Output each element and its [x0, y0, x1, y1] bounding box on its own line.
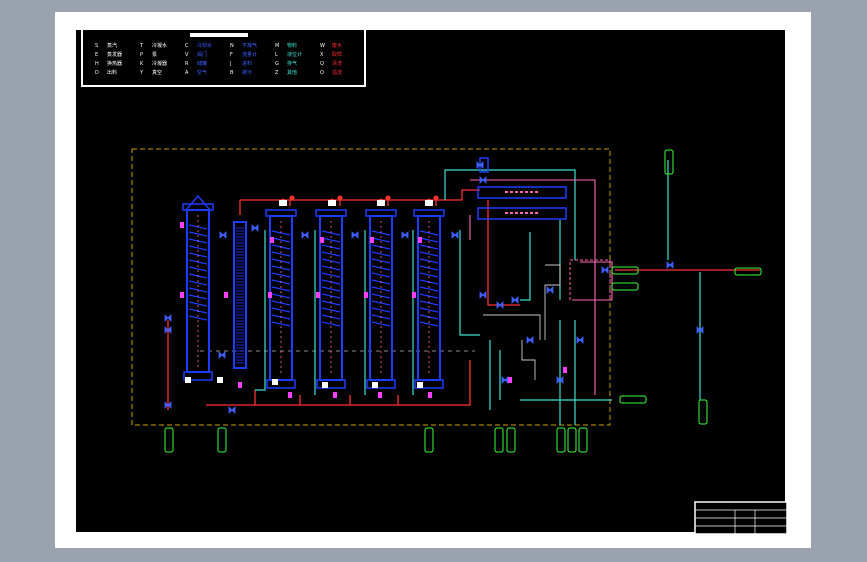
legend-code: H — [95, 61, 99, 67]
legend-code: O — [320, 70, 324, 76]
legend-label: 进料 — [242, 60, 252, 67]
legend-code: A — [185, 70, 189, 76]
legend-code: N — [230, 43, 234, 49]
legend-code: F — [230, 52, 233, 58]
legend-code: V — [185, 52, 189, 58]
title-block — [694, 501, 788, 535]
legend-label: 阀门 — [197, 51, 207, 58]
legend-code: R — [185, 61, 189, 67]
legend-code: Q — [320, 61, 324, 67]
legend-label: 蒸汽 — [107, 42, 117, 49]
legend-label: 流量计 — [242, 51, 257, 58]
legend-code: M — [275, 43, 279, 49]
legend-label: 废水 — [332, 42, 342, 49]
legend-code: X — [320, 52, 324, 58]
legend-label: 物料 — [287, 42, 297, 49]
legend-label: 空气 — [197, 69, 207, 76]
legend-label: 液位计 — [287, 51, 302, 58]
legend-code: C — [185, 43, 189, 49]
legend-code: E — [95, 52, 98, 58]
legend-code: G — [275, 61, 279, 67]
cad-drawing-viewport: S 蒸汽 T 冷凝水 C 冷却水 N 不凝气 M 物料 W 废水E 蒸发器 P 泵 V 阀门 F 流量计 L 液位计 X 取… — [55, 12, 811, 548]
legend-label: 冷凝器 — [152, 60, 167, 67]
legend-label: 取样 — [332, 51, 342, 58]
drawing-canvas — [73, 27, 788, 535]
legend-label: 不凝气 — [242, 42, 257, 49]
legend-label: 泵 — [152, 52, 157, 58]
legend-label: 冷凝水 — [152, 42, 167, 49]
legend-label: 出料 — [107, 69, 117, 76]
legend-label: 换热器 — [107, 60, 122, 67]
legend-code: D — [95, 70, 99, 76]
legend-code: S — [95, 43, 98, 49]
legend-label: 冷却水 — [197, 42, 212, 49]
legend-label: 溢流 — [332, 69, 342, 76]
legend-label: 蒸发器 — [107, 51, 122, 58]
legend-code: L — [275, 52, 278, 58]
legend-code: P — [140, 52, 143, 58]
legend-label: 真空 — [152, 69, 162, 76]
legend-label: 排污 — [242, 69, 252, 76]
legend-label: 储罐 — [197, 60, 207, 67]
legend-label: 清洗 — [332, 60, 342, 67]
legend-label: 排气 — [287, 60, 297, 67]
legend-box: S 蒸汽 T 冷凝水 C 冷却水 N 不凝气 M 物料 W 废水E 蒸发器 P 泵 V 阀门 F 流量计 L 液位计 X 取… — [81, 28, 366, 87]
legend-code: B — [230, 70, 234, 76]
legend-code: J — [229, 61, 231, 67]
legend-code: Z — [275, 70, 279, 76]
legend-code: W — [320, 43, 325, 49]
legend-label: 其他 — [287, 69, 297, 76]
